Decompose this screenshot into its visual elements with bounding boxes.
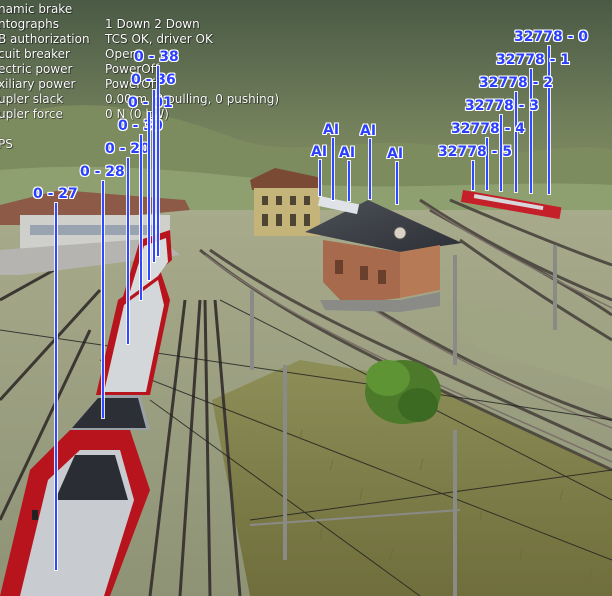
hud-label: B authorization — [0, 32, 90, 46]
distant-car-tag: 32778 - 5 — [438, 144, 513, 160]
distant-car-tag: 32778 - 3 — [465, 98, 540, 114]
label-pole — [127, 158, 129, 344]
ai-tag: AI — [323, 122, 340, 138]
ai-tag: AI — [339, 145, 356, 161]
label-pole — [369, 139, 371, 199]
hud-value: Open — [105, 47, 138, 61]
label-pole — [396, 162, 398, 204]
hud-label: upler force — [0, 107, 63, 121]
label-pole — [148, 112, 150, 280]
hud-label: cuit breaker — [0, 47, 70, 61]
hud-label: PS — [0, 137, 13, 151]
ai-tag: AI — [311, 144, 328, 160]
label-pole — [55, 203, 57, 570]
label-pole — [102, 181, 104, 418]
label-pole — [319, 160, 321, 196]
hud-value: TCS OK, driver OK — [105, 32, 213, 46]
hud-row-pantographs: ntographs 1 Down 2 Down — [0, 17, 330, 32]
label-pole — [153, 90, 155, 262]
train-car-tag: 0 - 36 — [131, 72, 176, 88]
distant-car-tag: 32778 - 1 — [496, 52, 571, 68]
train-car-tag: 0 - 20 — [105, 141, 150, 157]
distant-car-tag: 32778 - 0 — [514, 29, 589, 45]
hud-label: namic brake — [0, 2, 73, 16]
hud-row-dynamic-brake: namic brake — [0, 2, 330, 17]
train-car-tag: 0 - 28 — [80, 164, 125, 180]
hud-label: ectric power — [0, 62, 73, 76]
label-pole — [472, 161, 474, 190]
ai-tag: AI — [360, 123, 377, 139]
train-car-tag: 0 - 27 — [33, 186, 78, 202]
hud-label: xiliary power — [0, 77, 76, 91]
distant-car-tag: 32778 - 4 — [451, 121, 526, 137]
label-pole — [157, 66, 159, 256]
hud-label: upler slack — [0, 92, 64, 106]
label-pole — [332, 138, 334, 200]
label-pole — [548, 46, 550, 194]
label-pole — [348, 161, 350, 201]
hud-row-fps: PS — [0, 137, 330, 152]
train-car-tag: 0 - 01 — [128, 95, 173, 111]
train-car-tag: 0 - 38 — [134, 49, 179, 65]
hud-value: 1 Down 2 Down — [105, 17, 200, 31]
label-pole — [140, 135, 142, 300]
distant-car-tag: 32778 - 2 — [479, 75, 554, 91]
ai-tag: AI — [387, 146, 404, 162]
hud-row-authorization: B authorization TCS OK, driver OK — [0, 32, 330, 47]
hud-label: ntographs — [0, 17, 60, 31]
